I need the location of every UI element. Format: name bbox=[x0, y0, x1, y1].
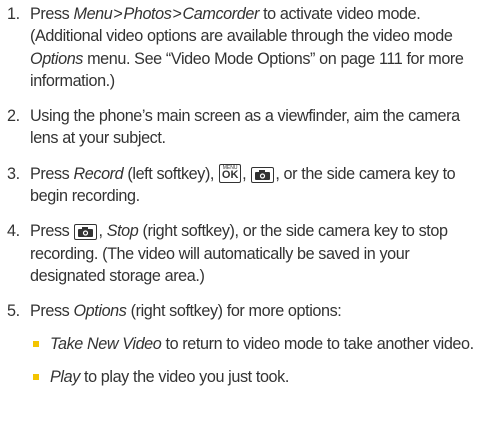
menu-term: Menu bbox=[73, 5, 113, 23]
step-text: (right softkey) for more options: bbox=[126, 302, 342, 321]
stop-term: Stop bbox=[106, 222, 139, 241]
camera-key-icon bbox=[251, 166, 275, 183]
step-1: 1. Press Menu>Photos>Camcorder to activa… bbox=[0, 3, 483, 92]
option-label: Take New Video bbox=[50, 334, 162, 353]
path-separator: > bbox=[113, 5, 123, 23]
step-number: 4. bbox=[7, 222, 20, 241]
step-number: 1. bbox=[7, 5, 20, 23]
photos-term: Photos bbox=[123, 5, 172, 23]
step-text: Press bbox=[30, 222, 74, 241]
step-text: (left softkey), bbox=[123, 164, 219, 183]
option-play: Play to play the video you just took. bbox=[30, 366, 483, 388]
step-3: 3. Press Record (left softkey), MENU OK, … bbox=[0, 163, 483, 208]
option-label: Play bbox=[50, 367, 80, 386]
camcorder-term: Camcorder bbox=[182, 5, 260, 23]
step-number: 3. bbox=[7, 164, 20, 183]
step-number: 2. bbox=[7, 107, 20, 126]
ok-key-label: OK bbox=[221, 168, 239, 181]
step-text: , bbox=[242, 164, 251, 183]
steps-list: 1. Press Menu>Photos>Camcorder to activa… bbox=[0, 3, 483, 388]
camera-key-icon bbox=[74, 224, 98, 241]
square-bullet bbox=[33, 373, 39, 380]
record-term: Record bbox=[73, 164, 124, 183]
step-text: Press bbox=[30, 5, 74, 23]
step-4: 4. Press , Stop (right softkey), or the … bbox=[0, 220, 483, 287]
step-number: 5. bbox=[7, 302, 20, 321]
option-take-new-video: Take New Video to return to video mode t… bbox=[30, 333, 483, 355]
options-list: Take New Video to return to video mode t… bbox=[30, 333, 483, 389]
step-text: Press bbox=[30, 164, 74, 183]
menu-ok-key-icon: MENU OK bbox=[219, 163, 242, 183]
step-2: 2. Using the phone’s main screen as a vi… bbox=[0, 105, 483, 150]
path-separator: > bbox=[172, 5, 182, 23]
option-text: to play the video you just took. bbox=[79, 367, 289, 386]
option-text: to return to video mode to take another … bbox=[161, 334, 474, 353]
step-5: 5. Press Options (right softkey) for mor… bbox=[0, 300, 483, 388]
step-text: Press bbox=[30, 302, 74, 321]
step-text: Using the phone’s main screen as a viewf… bbox=[30, 107, 460, 148]
square-bullet bbox=[33, 340, 39, 347]
instruction-page: 1. Press Menu>Photos>Camcorder to activa… bbox=[0, 0, 483, 423]
step-text: , bbox=[98, 222, 107, 241]
options-term: Options bbox=[73, 302, 127, 321]
step-text: menu. See “Video Mode Options” on page 1… bbox=[30, 49, 464, 90]
options-term: Options bbox=[30, 49, 83, 68]
